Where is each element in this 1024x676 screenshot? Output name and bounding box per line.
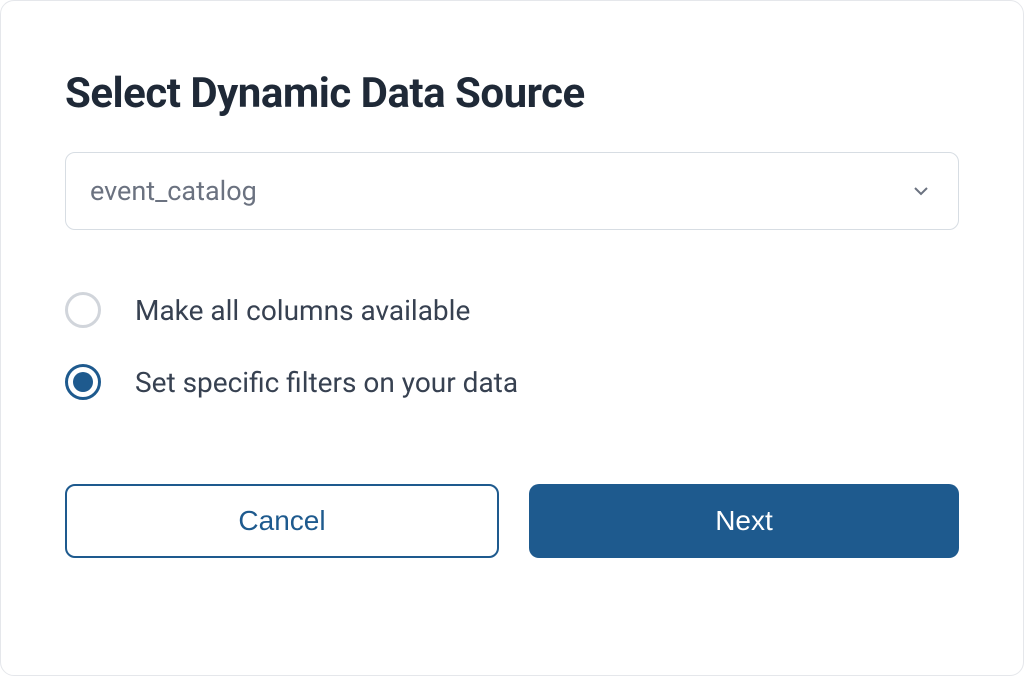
radio-group: Make all columns available Set specific …: [65, 292, 959, 400]
radio-label: Set specific filters on your data: [135, 366, 518, 399]
radio-label: Make all columns available: [135, 294, 470, 327]
next-button[interactable]: Next: [529, 484, 959, 558]
cancel-button[interactable]: Cancel: [65, 484, 499, 558]
select-value-text: event_catalog: [90, 175, 257, 207]
dialog-container: Select Dynamic Data Source event_catalog…: [0, 0, 1024, 676]
dialog-title: Select Dynamic Data Source: [65, 69, 959, 118]
radio-indicator: [65, 292, 101, 328]
radio-indicator: [65, 364, 101, 400]
radio-option-all-columns[interactable]: Make all columns available: [65, 292, 959, 328]
button-row: Cancel Next: [65, 484, 959, 558]
radio-option-specific-filters[interactable]: Set specific filters on your data: [65, 364, 959, 400]
data-source-select[interactable]: event_catalog: [65, 152, 959, 230]
select-value: event_catalog: [65, 152, 959, 230]
